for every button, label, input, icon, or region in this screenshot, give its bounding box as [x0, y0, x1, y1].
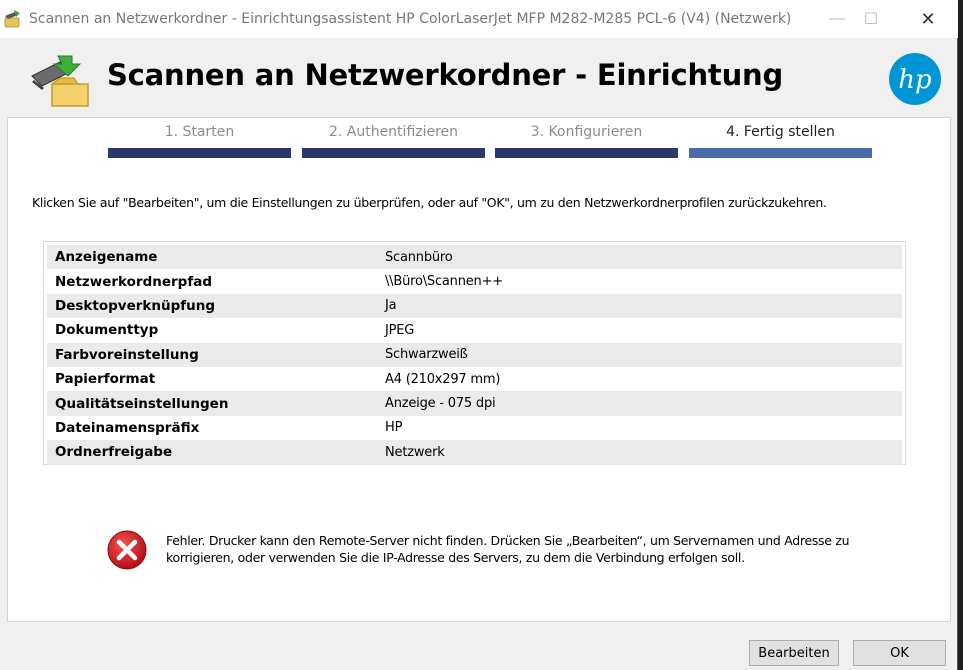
scan-to-folder-icon — [31, 55, 89, 107]
setting-name: Dateinamenspräfix — [55, 419, 200, 436]
page-title: Scannen an Netzwerkordner - Einrichtung — [107, 58, 784, 92]
step-authenticate: 2. Authentifizieren — [302, 124, 485, 158]
setting-value: HP — [385, 420, 403, 436]
setting-value: Scannbüro — [385, 249, 453, 265]
error-message: Fehler. Drucker kann den Remote-Server n… — [166, 533, 850, 565]
step-configure: 3. Konfigurieren — [495, 124, 678, 158]
window-title: Scannen an Netzwerkordner - Einrichtungs… — [29, 11, 792, 27]
hp-logo-text: hp — [898, 65, 932, 95]
setting-name: Ordnerfreigabe — [55, 444, 173, 461]
table-row: Qualitätseinstellungen Anzeige - 075 dpi — [47, 391, 902, 416]
table-row: Desktopverknüpfung Ja — [47, 293, 902, 319]
setting-name: Anzeigename — [55, 249, 158, 266]
setup-wizard-window: Scannen an Netzwerkordner - Einrichtungs… — [0, 0, 958, 670]
step-label: 2. Authentifizieren — [328, 124, 459, 140]
setting-name: Qualitätseinstellungen — [55, 395, 229, 412]
table-row: Ordnerfreigabe Netzwerk — [47, 440, 902, 465]
scanner-folder-app-icon — [4, 10, 20, 28]
setting-value: \\Büro\Scannen++ — [385, 274, 503, 290]
wizard-steps: 1. Starten 2. Authentifizieren 3. Konfig… — [108, 124, 888, 164]
setting-name: Papierformat — [55, 371, 156, 388]
instructions-text: Klicken Sie auf "Bearbeiten", um die Ein… — [32, 195, 827, 210]
setting-name: Desktopverknüpfung — [55, 297, 216, 314]
step-label: 4. Fertig stellen — [726, 124, 835, 140]
setting-value: Schwarzweiß — [385, 347, 468, 363]
step-progress-bar — [689, 148, 872, 158]
setting-value: Anzeige - 075 dpi — [385, 396, 496, 412]
table-row: Anzeigename Scannbüro — [47, 245, 902, 270]
setting-name: Dokumenttyp — [55, 322, 159, 339]
hp-logo-icon: hp — [889, 53, 941, 105]
ok-button[interactable]: OK — [853, 640, 946, 666]
wizard-header: Scannen an Netzwerkordner - Einrichtung … — [0, 38, 958, 118]
title-bar[interactable]: Scannen an Netzwerkordner - Einrichtungs… — [0, 0, 958, 38]
step-label: 1. Starten — [164, 124, 235, 140]
setting-value: Netzwerk — [385, 444, 445, 460]
table-row: Farbvoreinstellung Schwarzweiß — [47, 342, 902, 367]
edit-button[interactable]: Bearbeiten — [749, 640, 839, 666]
setting-value: Ja — [385, 298, 397, 314]
error-icon — [107, 530, 147, 570]
wizard-content-panel: 1. Starten 2. Authentifizieren 3. Konfig… — [7, 117, 951, 622]
setting-name: Farbvoreinstellung — [55, 346, 199, 363]
table-row: Dateinamenspräfix HP — [47, 416, 902, 440]
settings-summary-table: Anzeigename Scannbüro Netzwerkordnerpfad… — [43, 241, 906, 465]
step-progress-bar — [108, 148, 291, 158]
maximize-button[interactable]: ☐ — [848, 0, 894, 38]
step-progress-bar — [495, 148, 678, 158]
setting-value: A4 (210x297 mm) — [385, 371, 501, 387]
setting-value: JPEG — [385, 322, 415, 338]
close-button[interactable]: ✕ — [905, 0, 951, 38]
table-row: Papierformat A4 (210x297 mm) — [47, 367, 902, 391]
table-row: Netzwerkordnerpfad \\Büro\Scannen++ — [47, 269, 902, 293]
step-start: 1. Starten — [108, 124, 291, 158]
step-progress-bar — [302, 148, 485, 158]
step-label: 3. Konfigurieren — [530, 124, 643, 140]
setting-name: Netzwerkordnerpfad — [55, 273, 212, 290]
table-row: Dokumenttyp JPEG — [47, 318, 902, 342]
step-finish: 4. Fertig stellen — [689, 124, 872, 158]
